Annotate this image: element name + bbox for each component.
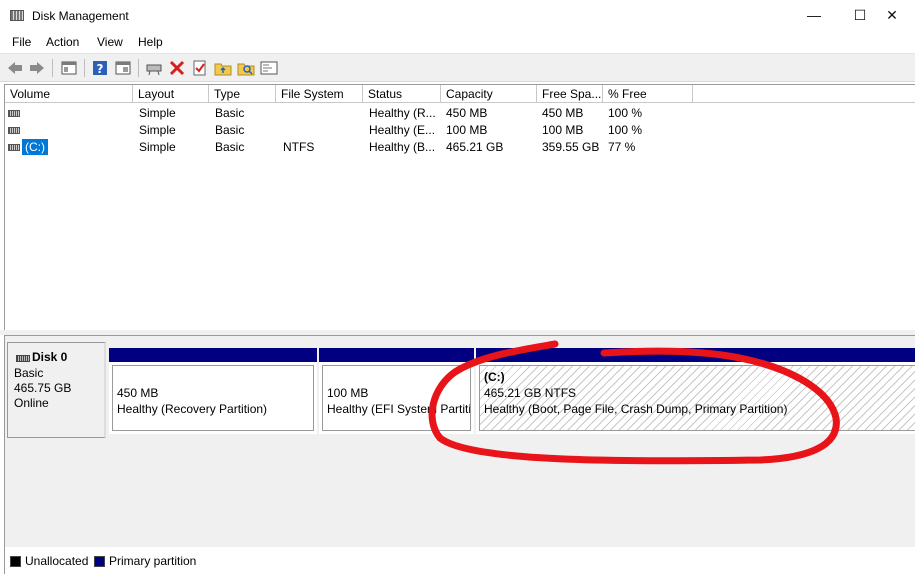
- cell-type: Basic: [215, 106, 245, 120]
- title-bar: Disk Management — ☐ ✕: [0, 0, 915, 31]
- menu-view[interactable]: View: [97, 35, 123, 49]
- console-icon[interactable]: [114, 59, 132, 77]
- cell-free-space: 359.55 GB: [542, 140, 600, 154]
- column-header-free-space[interactable]: Free Spa...: [537, 85, 603, 103]
- volume-icon: [8, 127, 20, 134]
- cell-capacity: 100 MB: [446, 123, 488, 137]
- column-header-layout[interactable]: Layout: [133, 85, 209, 103]
- toolbar-separator: [138, 59, 139, 77]
- connect-drive-icon[interactable]: [145, 59, 163, 77]
- partition-size: 465.21 GB NTFS: [484, 386, 577, 400]
- close-button[interactable]: ✕: [869, 0, 915, 31]
- disk-graphical-view: Disk 0 Basic 465.75 GB Online 450 MB Hea…: [4, 335, 915, 547]
- cell-layout: Simple: [139, 106, 176, 120]
- column-header-status[interactable]: Status: [363, 85, 441, 103]
- toolbar-separator: [84, 59, 85, 77]
- back-arrow-icon[interactable]: [6, 59, 24, 77]
- cell-capacity: 450 MB: [446, 106, 488, 120]
- partition-name: (C:): [484, 370, 505, 384]
- column-header-percent-free[interactable]: % Free: [603, 85, 693, 103]
- volume-list[interactable]: Volume Layout Type File System Status Ca…: [4, 84, 915, 330]
- disk-size: 465.75 GB: [14, 381, 72, 395]
- disk-icon: [16, 355, 30, 362]
- minimize-button[interactable]: —: [791, 0, 837, 31]
- check-icon[interactable]: [191, 59, 209, 77]
- cell-percent-free: 100 %: [608, 106, 643, 120]
- cell-capacity: 465.21 GB: [446, 140, 504, 154]
- column-header-volume[interactable]: Volume: [5, 85, 133, 103]
- partition-bar: [319, 348, 474, 362]
- legend-label-primary: Primary partition: [109, 554, 197, 568]
- cell-percent-free: 100 %: [608, 123, 643, 137]
- menu-action[interactable]: Action: [46, 35, 79, 49]
- partition-size: 100 MB: [327, 386, 369, 400]
- partition-bar: [109, 348, 317, 362]
- help-icon[interactable]: ?: [91, 59, 109, 77]
- menu-help[interactable]: Help: [138, 35, 163, 49]
- cell-type: Basic: [215, 140, 245, 154]
- disk-0-label[interactable]: Disk 0 Basic 465.75 GB Online: [7, 342, 106, 438]
- partition-efi[interactable]: 100 MB Healthy (EFI System Partitic: [319, 348, 474, 434]
- cell-percent-free: 77 %: [608, 140, 636, 154]
- disk-name: Disk 0: [32, 350, 68, 364]
- cell-status: Healthy (B...: [369, 140, 436, 154]
- cell-free-space: 100 MB: [542, 123, 584, 137]
- partition-size: 450 MB: [117, 386, 159, 400]
- cell-layout: Simple: [139, 140, 176, 154]
- legend-label-unallocated: Unallocated: [25, 554, 89, 568]
- volume-icon: [8, 110, 20, 117]
- search-icon[interactable]: [237, 59, 255, 77]
- legend-swatch-unallocated: [10, 556, 21, 567]
- column-header-filler: [693, 85, 915, 103]
- column-header-capacity[interactable]: Capacity: [441, 85, 537, 103]
- properties-icon[interactable]: [260, 59, 278, 77]
- menu-bar: File Action View Help: [0, 31, 915, 53]
- cell-volume-selected[interactable]: (C:): [22, 139, 48, 155]
- partition-recovery[interactable]: 450 MB Healthy (Recovery Partition): [109, 348, 317, 434]
- partition-status: Healthy (Boot, Page File, Crash Dump, Pr…: [484, 402, 788, 416]
- partition-body: 450 MB Healthy (Recovery Partition): [112, 365, 314, 431]
- folder-up-icon[interactable]: [214, 59, 232, 77]
- legend: Unallocated Primary partition: [4, 547, 915, 574]
- disk-management-app-icon: [10, 10, 24, 21]
- window-title: Disk Management: [32, 9, 129, 23]
- delete-icon[interactable]: [168, 59, 186, 77]
- disk-type: Basic: [14, 366, 44, 380]
- partition-bar: [476, 348, 915, 362]
- console-tree-icon[interactable]: [60, 59, 78, 77]
- legend-swatch-primary: [94, 556, 105, 567]
- toolbar-separator: [52, 59, 53, 77]
- svg-text:?: ?: [97, 62, 104, 76]
- cell-layout: Simple: [139, 123, 176, 137]
- partition-body-selected: (C:) 465.21 GB NTFS Healthy (Boot, Page …: [479, 365, 915, 431]
- partition-status: Healthy (Recovery Partition): [117, 402, 268, 416]
- cell-status: Healthy (E...: [369, 123, 436, 137]
- column-header-type[interactable]: Type: [209, 85, 276, 103]
- disk-state: Online: [14, 396, 49, 410]
- volume-icon: [8, 144, 20, 151]
- cell-type: Basic: [215, 123, 245, 137]
- toolbar: ?: [0, 53, 915, 82]
- column-header-file-system[interactable]: File System: [276, 85, 363, 103]
- cell-status: Healthy (R...: [369, 106, 436, 120]
- forward-arrow-icon[interactable]: [28, 59, 46, 77]
- menu-file[interactable]: File: [12, 35, 31, 49]
- partition-body: 100 MB Healthy (EFI System Partitic: [322, 365, 471, 431]
- partition-status: Healthy (EFI System Partitic: [327, 402, 471, 416]
- cell-free-space: 450 MB: [542, 106, 584, 120]
- cell-file-system: NTFS: [283, 140, 315, 154]
- partition-c-drive[interactable]: (C:) 465.21 GB NTFS Healthy (Boot, Page …: [476, 348, 915, 434]
